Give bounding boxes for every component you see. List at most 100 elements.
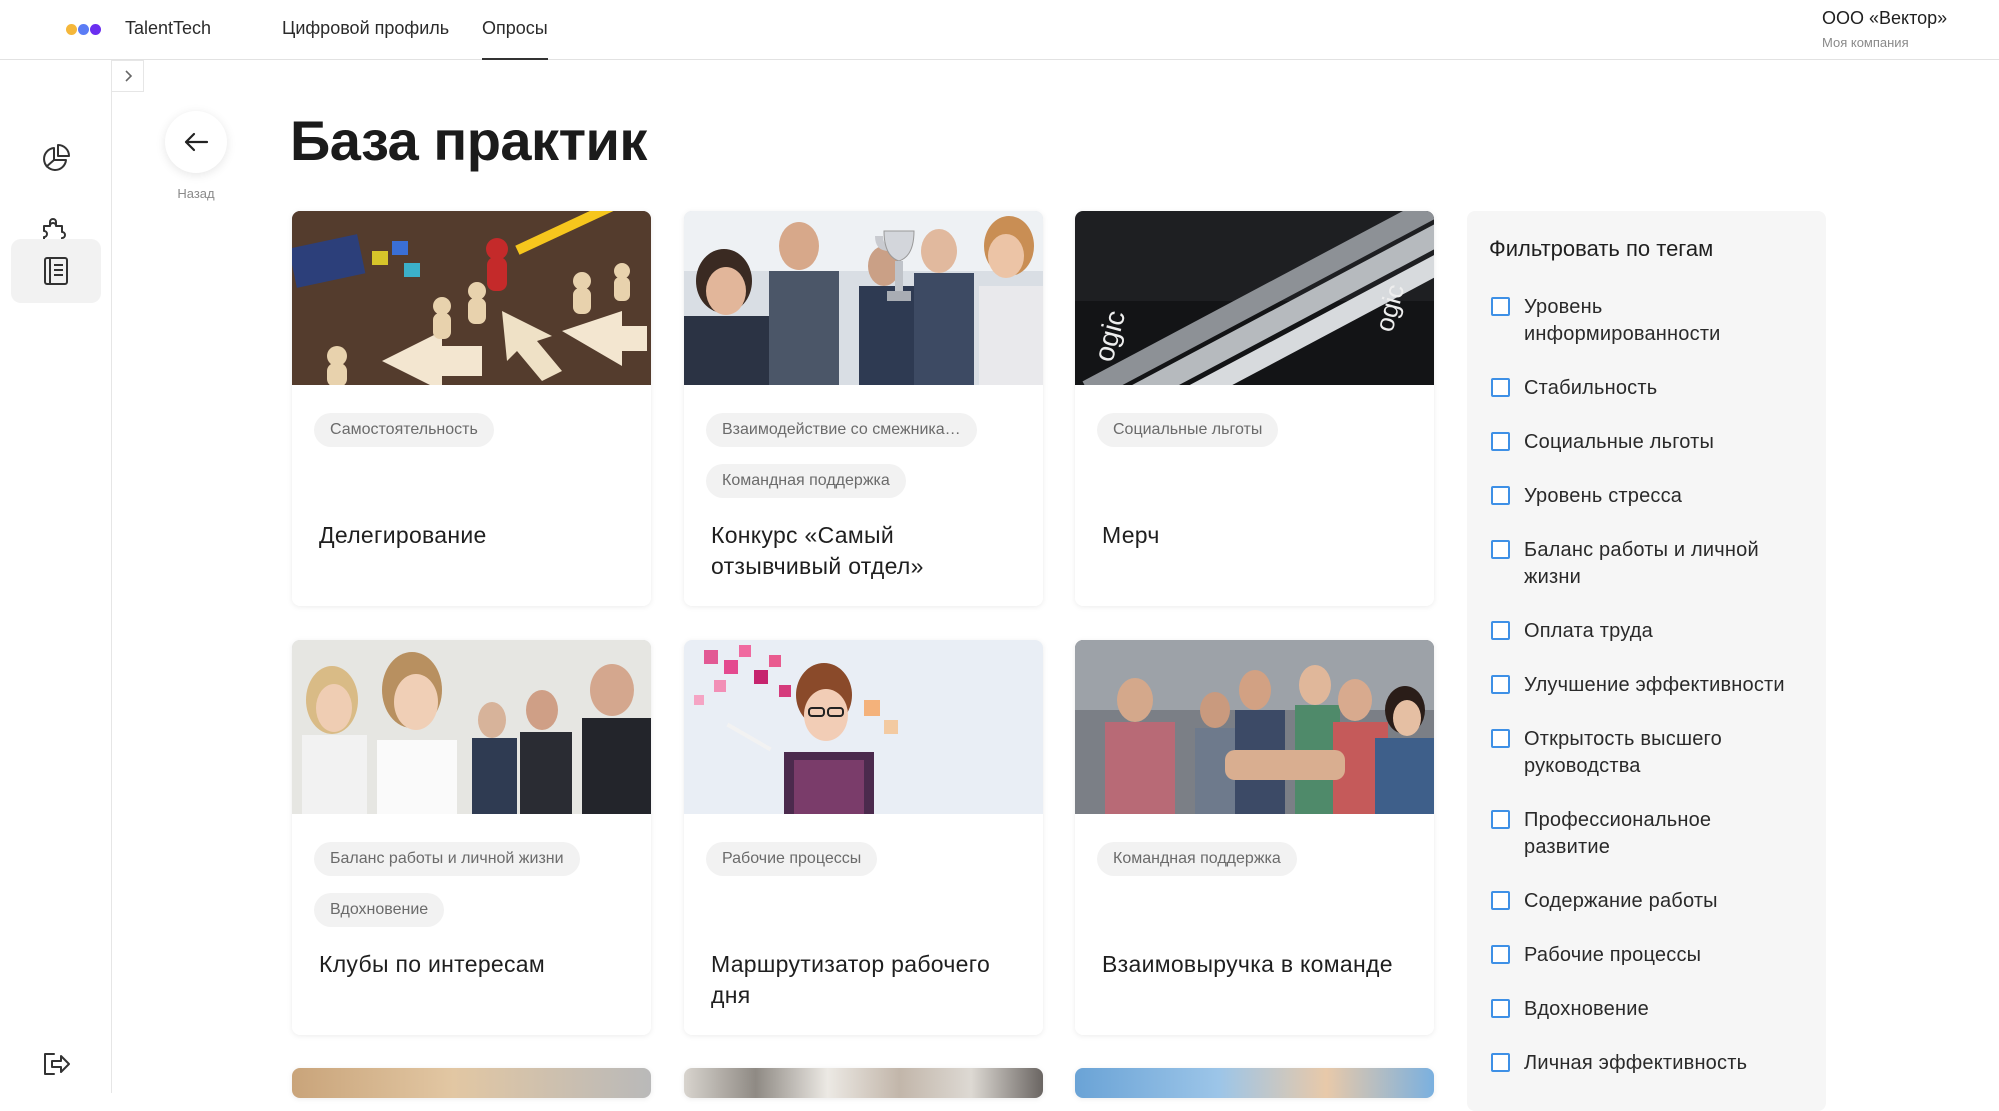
card-title: Маршрутизатор рабочего дня xyxy=(711,951,991,1008)
filter-option-label: Баланс работы и личной жизни xyxy=(1524,539,1759,588)
filter-option-label: Вдохновение xyxy=(1524,998,1649,1020)
filter-option-label: Улучшение эффективности xyxy=(1524,674,1785,696)
app-title[interactable]: TalentTech xyxy=(125,18,211,39)
checkbox[interactable] xyxy=(1491,432,1510,451)
checkbox[interactable] xyxy=(1491,729,1510,748)
filter-option[interactable]: Оплата труда xyxy=(1491,618,1794,645)
logout-icon xyxy=(44,1053,70,1075)
tag: Социальные льготы xyxy=(1097,413,1279,447)
practice-card[interactable] xyxy=(1075,1068,1434,1098)
logo-icon[interactable] xyxy=(66,24,101,35)
sidebar xyxy=(0,60,112,1093)
card-image xyxy=(1075,1068,1434,1098)
card-image xyxy=(292,640,651,814)
chevron-right-icon xyxy=(124,70,132,82)
checkbox[interactable] xyxy=(1491,621,1510,640)
logout-button[interactable] xyxy=(11,1032,101,1096)
practice-card[interactable]: ogic ogic Социальные льготы Мерч xyxy=(1075,211,1434,606)
filter-option[interactable]: Стабильность xyxy=(1491,375,1794,402)
filter-option-label: Уровень стресса xyxy=(1524,485,1683,507)
sidebar-collapse-button[interactable] xyxy=(112,60,144,92)
filter-option[interactable]: Личная эффективность xyxy=(1491,1050,1794,1077)
checkbox[interactable] xyxy=(1491,540,1510,559)
checkbox[interactable] xyxy=(1491,891,1510,910)
tab-digital-profile[interactable]: Цифровой профиль xyxy=(282,18,449,39)
page-title: База практик xyxy=(290,109,647,172)
filter-option-label: Содержание работы xyxy=(1524,890,1718,912)
tag: Рабочие процессы xyxy=(706,842,878,876)
checkbox[interactable] xyxy=(1491,999,1510,1018)
card-title: Делегирование xyxy=(319,522,487,548)
practice-card[interactable]: Командная поддержка Взаимовыручка в кома… xyxy=(1075,640,1434,1035)
filter-option[interactable]: Профессиональное развитие xyxy=(1491,807,1794,861)
practice-card[interactable] xyxy=(684,1068,1043,1098)
card-title: Взаимовыручка в команде xyxy=(1102,951,1393,977)
filter-option[interactable]: Социальные льготы xyxy=(1491,429,1794,456)
filter-option[interactable]: Рабочие процессы xyxy=(1491,942,1794,969)
back-label: Назад xyxy=(177,186,215,201)
card-image xyxy=(292,211,651,385)
card-tags: Командная поддержка xyxy=(1097,842,1417,893)
top-bar: TalentTech Цифровой профиль Опросы ООО «… xyxy=(0,0,1999,60)
card-tags: Рабочие процессы xyxy=(706,842,1026,893)
card-tags: Взаимодействие со смежника… Командная по… xyxy=(706,413,1026,515)
sidebar-item-analytics[interactable] xyxy=(11,126,101,190)
checkbox[interactable] xyxy=(1491,945,1510,964)
card-image xyxy=(684,1068,1043,1098)
card-title: Мерч xyxy=(1102,522,1160,548)
card-title: Конкурс «Самый отзывчивый отдел» xyxy=(711,522,924,579)
checkbox[interactable] xyxy=(1491,297,1510,316)
filter-option[interactable]: Открытость высшего руководства xyxy=(1491,726,1794,780)
tag: Баланс работы и личной жизни xyxy=(314,842,580,876)
checkbox[interactable] xyxy=(1491,378,1510,397)
tag: Самостоятельность xyxy=(314,413,494,447)
filter-option-label: Стабильность xyxy=(1524,377,1658,399)
checkbox[interactable] xyxy=(1491,675,1510,694)
practice-card[interactable] xyxy=(292,1068,651,1098)
checkbox[interactable] xyxy=(1491,810,1510,829)
filter-option[interactable]: Баланс работы и личной жизни xyxy=(1491,537,1794,591)
filter-option-label: Профессиональное развитие xyxy=(1524,809,1712,858)
filter-option-label: Личная эффективность xyxy=(1524,1052,1748,1074)
filter-option[interactable]: Содержание работы xyxy=(1491,888,1794,915)
filter-option-label: Социальные льготы xyxy=(1524,431,1715,453)
tag: Командная поддержка xyxy=(1097,842,1297,876)
tag: Вдохновение xyxy=(314,893,445,927)
card-tags: Самостоятельность xyxy=(314,413,634,464)
company-name: ООО «Вектор» xyxy=(1822,8,1948,28)
card-image xyxy=(1075,640,1434,814)
company-subtitle: Моя компания xyxy=(1822,35,1909,50)
company-switcher[interactable]: ООО «Вектор» Моя компания xyxy=(1822,8,1947,50)
filter-option-label: Оплата труда xyxy=(1524,620,1653,642)
pie-chart-icon xyxy=(43,144,70,171)
card-image xyxy=(292,1068,651,1098)
card-image xyxy=(684,640,1043,814)
filter-option[interactable]: Уровень стресса xyxy=(1491,483,1794,510)
card-tags: Социальные льготы xyxy=(1097,413,1417,464)
filter-option-label: Открытость высшего руководства xyxy=(1524,728,1722,777)
book-icon xyxy=(44,257,68,285)
card-tags: Баланс работы и личной жизни Вдохновение xyxy=(314,842,634,944)
card-image xyxy=(684,211,1043,385)
practice-card[interactable]: Самостоятельность Делегирование xyxy=(292,211,651,606)
filter-title: Фильтровать по тегам xyxy=(1489,236,1714,261)
practice-card[interactable]: Рабочие процессы Маршрутизатор рабочего … xyxy=(684,640,1043,1035)
filter-option-label: Уровень информированности xyxy=(1524,296,1721,345)
practice-card[interactable]: Взаимодействие со смежника… Командная по… xyxy=(684,211,1043,606)
filter-option[interactable]: Вдохновение xyxy=(1491,996,1794,1023)
checkbox[interactable] xyxy=(1491,1053,1510,1072)
tag-filter-panel: Фильтровать по тегам Уровень информирова… xyxy=(1467,211,1826,1111)
practice-card[interactable]: Баланс работы и личной жизни Вдохновение… xyxy=(292,640,651,1035)
tab-surveys[interactable]: Опросы xyxy=(482,18,548,60)
filter-option-label: Рабочие процессы xyxy=(1524,944,1702,966)
arrow-left-icon xyxy=(184,132,209,152)
card-image: ogic ogic xyxy=(1075,211,1434,385)
back-button[interactable] xyxy=(165,111,227,173)
filter-option[interactable]: Уровень информированности xyxy=(1491,294,1794,348)
tag: Взаимодействие со смежника… xyxy=(706,413,977,447)
sidebar-item-practices[interactable] xyxy=(11,239,101,303)
checkbox[interactable] xyxy=(1491,486,1510,505)
tag: Командная поддержка xyxy=(706,464,906,498)
card-title: Клубы по интересам xyxy=(319,951,546,977)
filter-option[interactable]: Улучшение эффективности xyxy=(1491,672,1794,699)
